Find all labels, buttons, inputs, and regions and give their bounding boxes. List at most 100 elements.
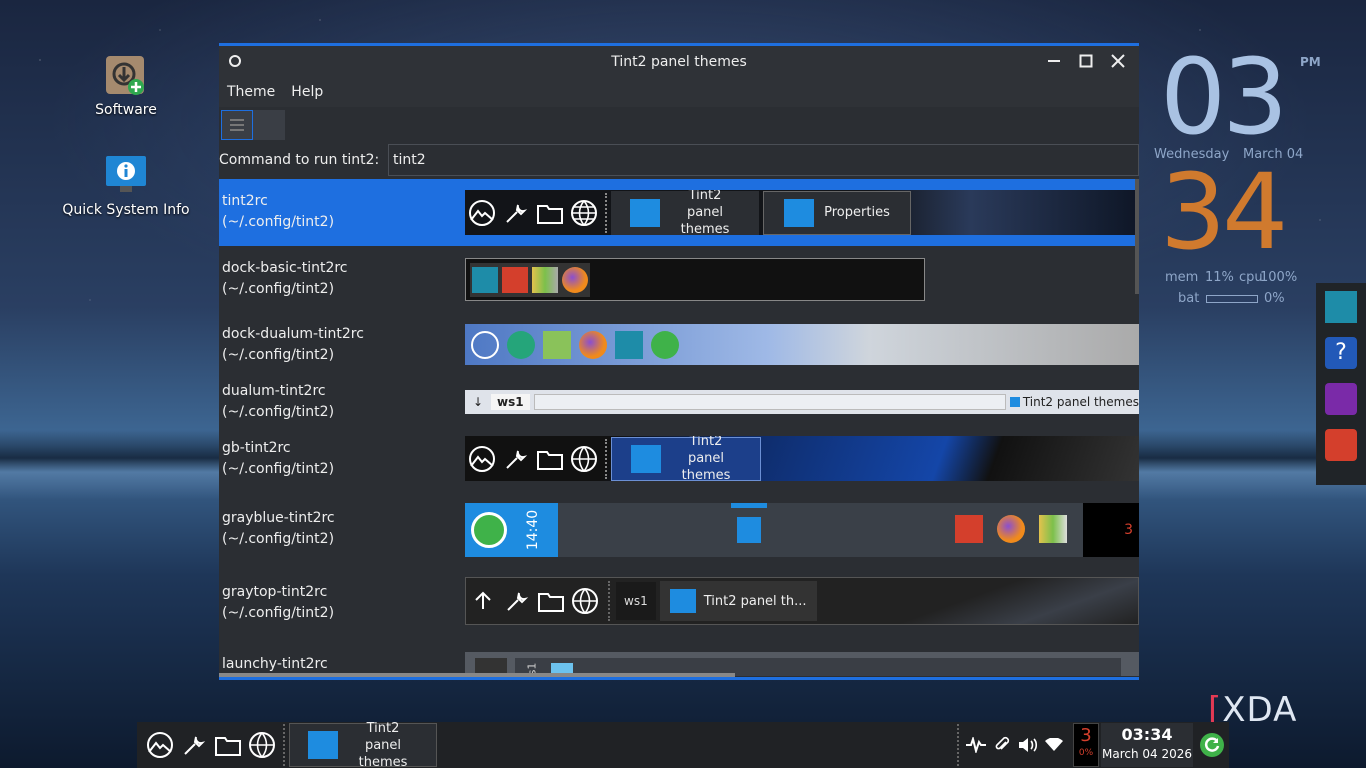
globe-icon: [567, 442, 601, 476]
minimize-icon: [1048, 60, 1060, 62]
window-icon: [737, 517, 761, 543]
desktop-icon-software[interactable]: Software: [56, 54, 196, 118]
arrow-up-icon: [466, 584, 500, 618]
mountain-icon: [471, 330, 499, 359]
tools-icon: [472, 266, 498, 293]
theme-list: tint2rc (~/.config/tint2) Tint2 panel th…: [219, 179, 1139, 676]
theme-path: (~/.config/tint2): [222, 461, 335, 477]
firefox-icon: [997, 515, 1025, 543]
panel-task[interactable]: Tint2 panel themes: [289, 721, 437, 768]
firefox-icon: [579, 330, 607, 359]
theme-name: dualum-tint2rc: [222, 383, 326, 399]
window-icon: [784, 198, 815, 227]
desktop-icon-label: Quick System Info: [62, 202, 190, 218]
maximize-icon: [1079, 54, 1093, 68]
theme-name: graytop-tint2rc: [222, 584, 328, 600]
wrench-icon: [500, 584, 534, 618]
menu-theme[interactable]: Theme: [219, 84, 283, 100]
close-button[interactable]: [1105, 50, 1131, 72]
titlebar[interactable]: Tint2 panel themes: [219, 46, 1139, 77]
globe-icon[interactable]: [245, 728, 279, 762]
bat-value: 0%: [1264, 291, 1285, 306]
maximize-button[interactable]: [1073, 50, 1099, 72]
command-input[interactable]: [388, 144, 1139, 176]
theme-row-dualum[interactable]: dualum-tint2rc (~/.config/tint2) ↓ ws1 T…: [219, 369, 1139, 426]
mountain-icon: [465, 196, 499, 230]
battery-bar: [1206, 295, 1258, 303]
window-icon: [669, 589, 696, 613]
theme-preview: Tint2 panel themes: [465, 436, 1139, 481]
theme-row-tint2rc[interactable]: tint2rc (~/.config/tint2) Tint2 panel th…: [219, 179, 1139, 246]
theme-name: dock-basic-tint2rc: [222, 260, 348, 276]
window-icon: [630, 198, 660, 227]
folder-icon: [533, 196, 567, 230]
theme-preview: ws1 Tint2 panel th...: [465, 577, 1139, 625]
theme-row-dock-basic[interactable]: dock-basic-tint2rc (~/.config/tint2): [219, 246, 1139, 312]
folder-icon[interactable]: [211, 728, 245, 762]
desktop-icon-label: Software: [95, 102, 157, 118]
battery-indicator[interactable]: 3 0%: [1073, 723, 1099, 767]
separator: [605, 192, 607, 233]
settings-icon: [502, 266, 528, 293]
theme-row-graytop[interactable]: graytop-tint2rc (~/.config/tint2) ws1 Ti…: [219, 566, 1139, 638]
active-indicator: [731, 503, 767, 508]
help-icon[interactable]: ?: [1325, 337, 1357, 369]
tray-launchers: [955, 515, 1067, 543]
theme-row-launchy[interactable]: launchy-tint2rc ws1: [219, 638, 1139, 676]
mem-label: mem: [1165, 270, 1199, 285]
theme-row-gb[interactable]: gb-tint2rc (~/.config/tint2) Tint2 panel…: [219, 426, 1139, 492]
power-area: 14:40: [465, 503, 558, 557]
software-icon: [104, 54, 148, 98]
volume-icon[interactable]: [1015, 728, 1041, 762]
files-icon: [532, 266, 558, 293]
window-title: Tint2 panel themes: [611, 53, 747, 70]
list-view-button[interactable]: [221, 110, 253, 140]
task-label: Tint2 panel th...: [703, 593, 807, 609]
bat-label: bat: [1178, 291, 1200, 306]
close-icon: [1111, 54, 1125, 68]
update-icon[interactable]: [1195, 728, 1229, 762]
battery-percent: 0%: [1078, 748, 1094, 758]
menu-help[interactable]: Help: [283, 84, 331, 100]
theme-preview: Tint2 panel themes Properties: [465, 190, 1139, 235]
desktop-icon-quick-system-info[interactable]: Quick System Info: [56, 154, 196, 218]
settings-icon: [507, 330, 535, 359]
clock-ampm: PM: [1300, 55, 1321, 69]
globe-icon: [567, 196, 601, 230]
activity-icon[interactable]: [963, 728, 989, 762]
tools-icon[interactable]: [1325, 291, 1357, 323]
update-icon: [651, 330, 679, 359]
separator: [605, 438, 607, 479]
media-player-icon[interactable]: [1325, 383, 1357, 415]
list-icon: [230, 119, 244, 131]
task-label: Tint2 panel themes: [1022, 395, 1139, 409]
window-bottom-border: [219, 677, 1139, 680]
settings-icon: [955, 515, 983, 543]
settings-icon[interactable]: [1325, 429, 1357, 461]
window-menu-icon[interactable]: [229, 55, 241, 67]
clock-time: 03:34: [1121, 725, 1173, 744]
files-icon: [1039, 515, 1067, 543]
bottom-panel: Tint2 panel themes 3 0% 03:34 March 04 2…: [137, 721, 1229, 768]
monitor-info-icon: [104, 154, 148, 198]
tools-icon: [615, 330, 643, 359]
workspace-label: ws1: [616, 582, 656, 620]
battery-number: 3: [1080, 725, 1092, 746]
wifi-icon[interactable]: [1041, 728, 1067, 762]
theme-row-grayblue[interactable]: grayblue-tint2rc (~/.config/tint2) 14:40…: [219, 492, 1139, 566]
clock-minute: 34: [1160, 151, 1288, 273]
vertical-scrollbar[interactable]: [1135, 179, 1139, 294]
arrow-down-icon: ↓: [472, 395, 484, 409]
theme-name: gb-tint2rc: [222, 440, 291, 456]
attachment-icon[interactable]: [989, 728, 1015, 762]
command-row: Command to run tint2:: [219, 143, 1139, 177]
wrench-icon[interactable]: [177, 728, 211, 762]
mountain-icon[interactable]: [143, 728, 177, 762]
theme-row-dock-dualum[interactable]: dock-dualum-tint2rc (~/.config/tint2): [219, 312, 1139, 369]
theme-path: (~/.config/tint2): [222, 214, 335, 230]
minimize-button[interactable]: [1041, 50, 1067, 72]
archive-icon: [543, 330, 571, 359]
window-icon: [1009, 397, 1020, 407]
grid-view-button[interactable]: [253, 110, 285, 140]
clock[interactable]: 03:34 March 04 2026: [1101, 723, 1193, 767]
